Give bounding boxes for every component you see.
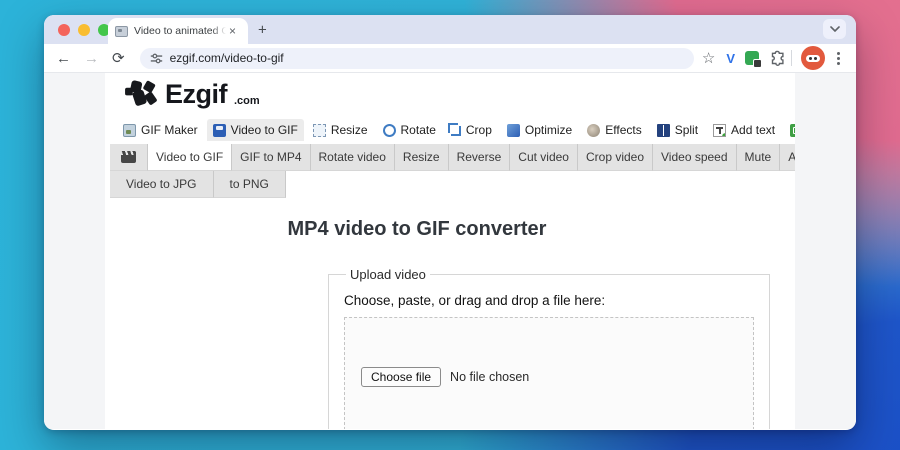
sub-nav-tab-video-speed[interactable]: Video speed [653,144,737,171]
main-nav-item-split[interactable]: Split [651,119,704,141]
page-viewport: Ezgif .com GIF MakerVideo to GIFResizeRo… [44,73,856,429]
video-to-gif-icon [213,124,226,137]
sub-nav-tab-gif-to-mp4[interactable]: GIF to MP4 [232,144,310,171]
browser-tab[interactable]: Video to animated GIF conver × [108,18,248,44]
sub-nav-home-cell[interactable] [110,144,148,171]
sub-nav-row-1: Video to GIFGIF to MP4Rotate videoResize… [110,144,784,171]
ezgif-logo[interactable]: Ezgif .com [105,73,795,108]
main-nav-label: Rotate [401,123,436,137]
main-nav-label: Crop [466,123,492,137]
address-bar[interactable]: ezgif.com/video-to-gif [140,48,694,69]
page-content: Ezgif .com GIF MakerVideo to GIFResizeRo… [105,73,795,429]
sub-nav-tab-resize[interactable]: Resize [395,144,449,171]
sub-nav-tab-video-to-jpg[interactable]: Video to JPG [110,171,214,198]
main-nav-item-gif-maker[interactable]: GIF Maker [117,119,204,141]
file-input-row: Choose file No file chosen [361,367,753,387]
logo-tld: .com [234,95,260,107]
window-controls [58,24,110,36]
profile-avatar[interactable] [801,46,825,70]
sub-nav-tab-video-to-gif[interactable]: Video to GIF [148,144,232,171]
reload-icon[interactable]: ⟳ [112,51,125,66]
tab-favicon-icon [115,26,128,37]
tab-close-icon[interactable]: × [229,25,236,37]
file-dropzone[interactable]: Choose file No file chosen [344,317,754,429]
main-nav-item-optimize[interactable]: Optimize [501,119,578,141]
main-nav-label: Resize [331,123,368,137]
main-nav-item-rotate[interactable]: Rotate [377,119,442,141]
effects-icon [587,124,600,137]
sub-nav-tab-crop-video[interactable]: Crop video [578,144,653,171]
logo-text: Ezgif [165,81,227,108]
extension-green-icon[interactable] [745,51,759,65]
main-nav-label: Split [675,123,698,137]
choose-file-button[interactable]: Choose file [361,367,441,387]
new-tab-button[interactable]: + [258,21,267,38]
split-icon [657,124,670,137]
sub-nav-tab-rotate-video[interactable]: Rotate video [311,144,395,171]
tab-title: Video to animated GIF conver [134,25,226,37]
chevron-down-icon [830,26,840,32]
site-settings-icon[interactable] [150,52,163,65]
gif-maker-icon [123,124,136,137]
sub-nav-tab-mute[interactable]: Mute [737,144,781,171]
file-status-text: No file chosen [450,370,529,384]
main-nav-item-crop[interactable]: Crop [445,119,498,141]
sub-nav-tab-add-sound[interactable]: Add Sound [780,144,795,171]
tab-search-chevron-button[interactable] [823,19,846,39]
optimize-icon [507,124,520,137]
add-text-icon [713,124,726,137]
forward-icon: → [84,51,99,66]
extension-v-icon[interactable]: V [726,51,735,66]
main-nav-item-resize[interactable]: Resize [307,119,374,141]
sub-nav-tab-to-png[interactable]: to PNG [214,171,286,198]
bookmark-star-icon[interactable]: ☆ [702,51,715,66]
sub-nav: Video to GIFGIF to MP4Rotate videoResize… [110,144,784,198]
crop-icon [451,126,461,136]
main-nav-item-webp[interactable]: WebP [784,119,795,141]
resize-icon [313,124,326,137]
url-text[interactable]: ezgif.com/video-to-gif [170,51,284,65]
browser-menu-icon[interactable] [837,57,840,60]
toolbar-divider [791,50,792,66]
upload-instruction: Choose, paste, or drag and drop a file h… [344,293,754,308]
upload-legend: Upload video [346,267,430,282]
main-nav-label: Effects [605,123,641,137]
minimize-window-button[interactable] [78,24,90,36]
main-nav-label: Optimize [525,123,572,137]
page-title: MP4 video to GIF converter [105,218,729,241]
extensions-puzzle-icon[interactable] [770,50,786,66]
main-nav-label: Video to GIF [231,123,298,137]
main-nav-item-add-text[interactable]: Add text [707,119,781,141]
browser-toolbar: ← → ⟳ ezgif.com/video-to-gif ☆ V [44,44,856,73]
upload-fieldset: Upload video Choose, paste, or drag and … [328,267,770,429]
clapperboard-icon [121,151,136,163]
webp-icon [790,124,795,137]
main-nav-item-effects[interactable]: Effects [581,119,647,141]
browser-window: Video to animated GIF conver × + ← → ⟳ e… [44,15,856,430]
ezgif-logo-mark-icon [125,79,158,108]
back-icon[interactable]: ← [56,51,71,66]
main-nav-label: GIF Maker [141,123,198,137]
tab-strip: Video to animated GIF conver × + [44,15,856,44]
sub-nav-tab-cut-video[interactable]: Cut video [510,144,578,171]
main-nav-item-video-to-gif[interactable]: Video to GIF [207,119,304,141]
main-nav-label: Add text [731,123,775,137]
rotate-icon [383,124,396,137]
close-window-button[interactable] [58,24,70,36]
sub-nav-row-2: Video to JPGto PNG [110,171,784,198]
main-nav: GIF Maker Video to GIF Resize Rotate Crop Opt… [117,119,795,141]
sub-nav-tab-reverse[interactable]: Reverse [449,144,511,171]
